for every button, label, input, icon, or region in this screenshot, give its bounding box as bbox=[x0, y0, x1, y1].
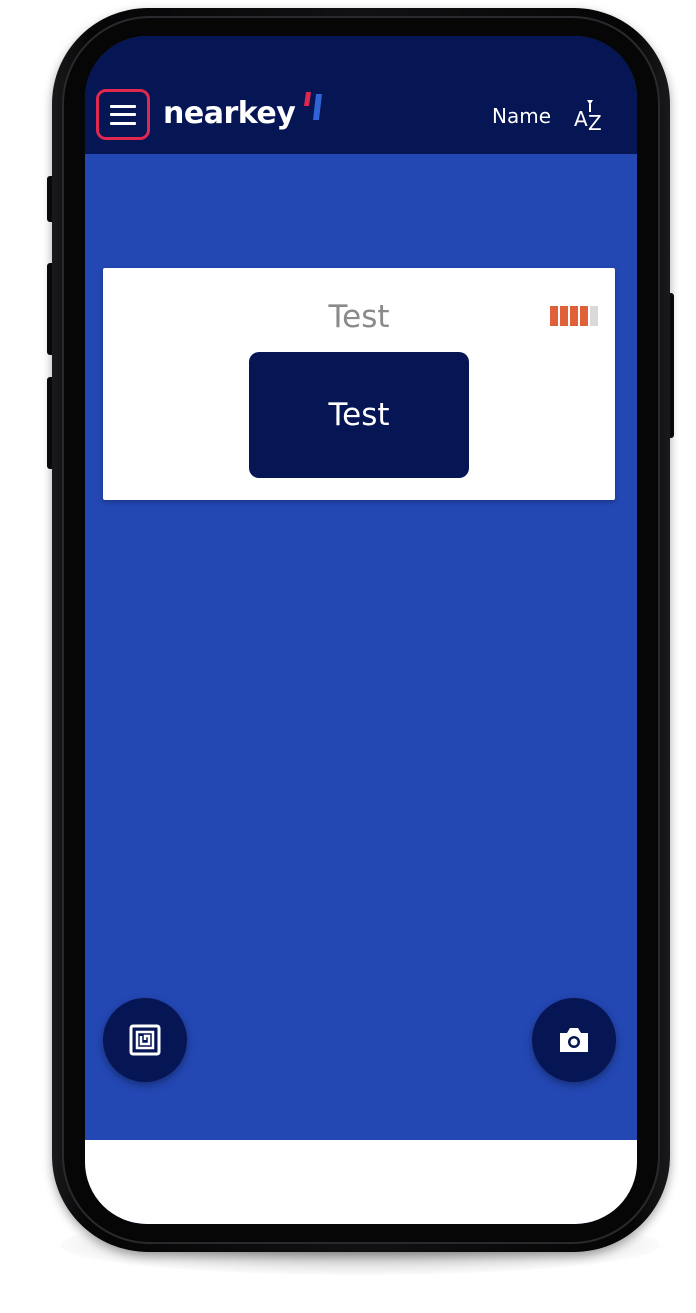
brand-mark-icon bbox=[304, 92, 323, 120]
battery-segment bbox=[560, 306, 568, 326]
camera-button[interactable] bbox=[532, 998, 616, 1082]
camera-icon bbox=[560, 1028, 588, 1052]
battery-segment bbox=[550, 306, 558, 326]
menu-button[interactable] bbox=[96, 89, 150, 140]
stage: nearkey Name A Z Test Test bbox=[0, 0, 696, 1313]
bottom-bar bbox=[85, 1140, 637, 1224]
nfc-button[interactable] bbox=[103, 998, 187, 1082]
app-bar: nearkey Name A Z bbox=[85, 36, 637, 154]
battery-indicator bbox=[550, 306, 602, 326]
svg-text:A: A bbox=[574, 107, 588, 131]
device-name: Test bbox=[328, 299, 390, 335]
device-card[interactable]: Test Test bbox=[103, 268, 615, 500]
battery-segment bbox=[570, 306, 578, 326]
brand-logo: nearkey bbox=[163, 92, 327, 136]
sort-label[interactable]: Name bbox=[492, 102, 551, 130]
open-device-button[interactable]: Test bbox=[249, 352, 469, 478]
hamburger-menu-icon bbox=[110, 104, 136, 125]
svg-text:Z: Z bbox=[588, 111, 602, 135]
phone-screen: nearkey Name A Z Test Test bbox=[85, 36, 637, 1224]
brand-name: nearkey bbox=[163, 96, 296, 131]
battery-segment bbox=[580, 306, 588, 326]
sort-alpha-icon[interactable]: A Z bbox=[573, 96, 607, 136]
nfc-icon bbox=[129, 1024, 161, 1056]
battery-segment bbox=[590, 306, 598, 326]
